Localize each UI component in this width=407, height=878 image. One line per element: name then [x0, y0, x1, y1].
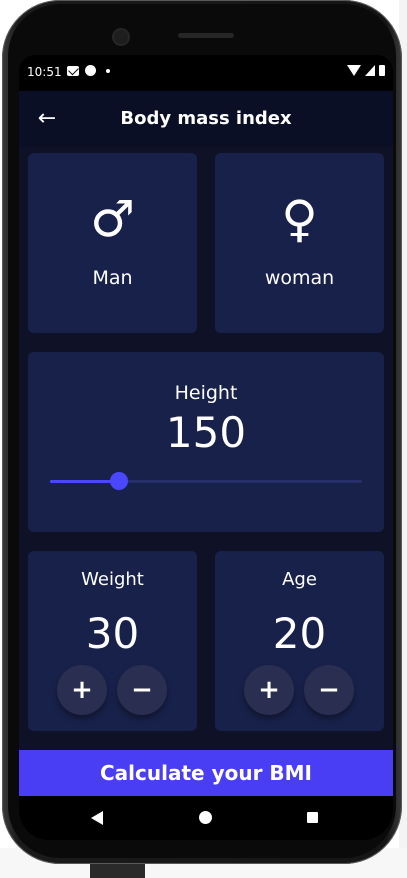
- nav-home-icon[interactable]: [199, 811, 212, 824]
- height-slider-fill: [50, 480, 119, 483]
- status-notification-icons: [67, 65, 110, 76]
- age-increment-button[interactable]: +: [244, 665, 294, 715]
- notification-dot-icon: [106, 68, 110, 73]
- weight-label: Weight: [81, 569, 144, 590]
- height-value: 150: [165, 408, 247, 457]
- app-screen: 10:51 ← Body mass index ♂ Man ♀ woman He…: [19, 55, 393, 840]
- male-symbol-icon: ♂: [90, 190, 135, 248]
- age-decrement-button[interactable]: −: [304, 665, 354, 715]
- page-title: Body mass index: [120, 108, 292, 129]
- system-nav-bar: [19, 796, 393, 840]
- height-label: Height: [174, 382, 238, 404]
- status-time: 10:51: [27, 65, 62, 79]
- age-value: 20: [272, 609, 327, 658]
- weight-decrement-button[interactable]: −: [117, 665, 167, 715]
- nav-recents-icon[interactable]: [307, 812, 318, 823]
- gender-card-woman[interactable]: ♀ woman: [215, 153, 384, 333]
- app-bar: ← Body mass index: [19, 91, 393, 147]
- status-bar: 10:51: [19, 55, 393, 91]
- gender-label-man: Man: [92, 267, 133, 289]
- front-camera: [114, 30, 128, 44]
- height-card: Height 150: [28, 352, 384, 532]
- weight-card: Weight 30 + −: [28, 551, 197, 731]
- wifi-icon: [347, 65, 361, 76]
- phone-frame: 10:51 ← Body mass index ♂ Man ♀ woman He…: [2, 0, 402, 864]
- weight-increment-button[interactable]: +: [57, 665, 107, 715]
- gender-card-man[interactable]: ♂ Man: [28, 153, 197, 333]
- gender-label-woman: woman: [264, 267, 335, 289]
- weight-value: 30: [85, 609, 140, 658]
- signal-icon: [365, 65, 375, 76]
- height-slider-thumb[interactable]: [109, 472, 128, 490]
- status-system-icons: [347, 65, 385, 76]
- battery-icon: [379, 65, 385, 76]
- female-symbol-icon: ♀: [281, 190, 318, 248]
- age-label: Age: [282, 569, 317, 590]
- earpiece-speaker: [178, 33, 234, 38]
- mail-icon: [67, 65, 79, 76]
- nav-back-icon[interactable]: [91, 811, 103, 825]
- calculate-bmi-button[interactable]: Calculate your BMI: [19, 750, 393, 796]
- height-slider[interactable]: [50, 472, 362, 490]
- app-circle-icon: [85, 65, 96, 76]
- age-card: Age 20 + −: [215, 551, 384, 731]
